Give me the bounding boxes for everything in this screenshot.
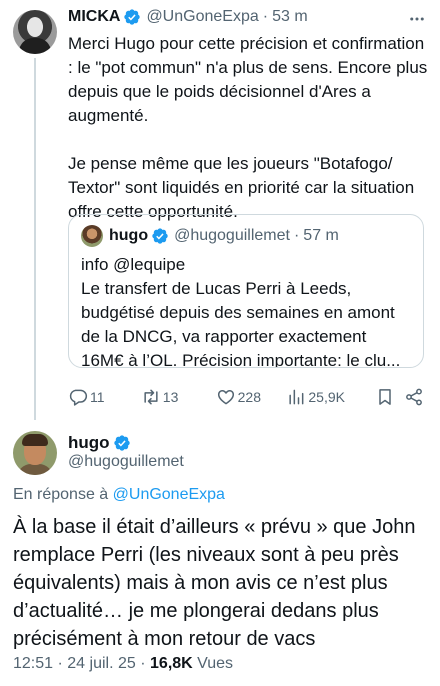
views-count: 16,8K bbox=[150, 655, 193, 672]
tweet-actions: 11 13 228 25,9K bbox=[68, 386, 428, 408]
quoted-line: 16M€ à l’OL. Précision importante: le cl… bbox=[81, 351, 401, 368]
avatar-shirt bbox=[17, 464, 53, 475]
thread-connector-line bbox=[34, 58, 36, 420]
avatar[interactable] bbox=[13, 431, 57, 475]
bookmark-button[interactable] bbox=[375, 387, 404, 407]
verified-badge-icon bbox=[113, 435, 130, 451]
retweet-icon bbox=[144, 389, 158, 405]
views-chart-icon bbox=[289, 389, 304, 405]
quoted-line: info @lequipe bbox=[81, 255, 186, 274]
main-tweet-header: hugo bbox=[68, 432, 136, 454]
quoted-tweet-text: info @lequipe Le transfert de Lucas Perr… bbox=[81, 253, 417, 368]
tweet-time[interactable]: 53 m bbox=[272, 8, 308, 26]
tweet-paragraph-1: Merci Hugo pour cette précision et confi… bbox=[68, 34, 428, 125]
quoted-tweet-time: 57 m bbox=[303, 227, 339, 244]
view-count: 25,9K bbox=[308, 389, 345, 405]
author-handle[interactable]: @UnGoneExpa bbox=[146, 8, 258, 26]
avatar-hair bbox=[22, 434, 48, 446]
quoted-author-handle: @hugoguillemet bbox=[174, 227, 290, 244]
author-handle[interactable]: @hugoguillemet bbox=[68, 453, 184, 471]
retweet-button[interactable]: 13 bbox=[141, 387, 206, 407]
like-button[interactable]: 228 bbox=[216, 387, 287, 407]
separator-dot: · bbox=[293, 227, 300, 244]
quoted-line: Le transfert de Lucas Perri à Leeds, bbox=[81, 279, 352, 298]
quoted-line: budgétisé depuis des semaines en amont bbox=[81, 303, 395, 322]
replying-to-link[interactable]: @UnGoneExpa bbox=[113, 486, 225, 503]
verified-badge-icon bbox=[152, 228, 168, 244]
reply-button[interactable]: 11 bbox=[68, 387, 137, 407]
reply-icon bbox=[69, 389, 88, 406]
separator-dot: · bbox=[57, 655, 63, 672]
views-label: Vues bbox=[197, 655, 234, 672]
tweet-date[interactable]: 24 juil. 25 bbox=[67, 655, 136, 672]
quoted-line: de la DNCG, va rapporter exactement bbox=[81, 327, 367, 346]
reply-count: 11 bbox=[90, 389, 105, 405]
reply-tweet[interactable]: MICKA @UnGoneExpa · 53 m Merci Hugo pour… bbox=[0, 0, 440, 420]
tweet-header: MICKA @UnGoneExpa · 53 m bbox=[68, 6, 308, 28]
quoted-tweet-header: hugo @hugoguillemet · 57 m bbox=[81, 225, 339, 247]
quoted-tweet[interactable]: hugo @hugoguillemet · 57 m info @lequipe… bbox=[68, 214, 424, 368]
separator-dot: · bbox=[262, 8, 269, 25]
bookmark-icon bbox=[379, 389, 391, 405]
tweet-time[interactable]: 12:51 bbox=[13, 655, 53, 672]
replying-to: En réponse à @UnGoneExpa bbox=[13, 486, 225, 504]
separator-dot: · bbox=[140, 655, 146, 672]
heart-icon bbox=[217, 390, 234, 405]
views-button[interactable]: 25,9K bbox=[286, 387, 369, 407]
share-icon bbox=[406, 388, 423, 406]
avatar-body bbox=[19, 38, 51, 54]
replying-prefix: En réponse à bbox=[13, 486, 109, 503]
tweet-meta: 12:51 · 24 juil. 25 · 16,8K Vues bbox=[13, 655, 233, 673]
like-count: 228 bbox=[237, 389, 261, 405]
quoted-author-name: hugo bbox=[109, 227, 149, 244]
retweet-count: 13 bbox=[162, 389, 179, 405]
share-button[interactable] bbox=[404, 387, 428, 407]
avatar[interactable] bbox=[13, 10, 57, 54]
more-options-icon[interactable] bbox=[408, 10, 426, 28]
verified-badge-icon bbox=[124, 9, 141, 25]
main-tweet-text: À la base il était d’ailleurs « prévu » … bbox=[13, 516, 416, 650]
author-name[interactable]: MICKA bbox=[68, 8, 120, 26]
author-name[interactable]: hugo bbox=[68, 433, 110, 453]
quoted-avatar bbox=[81, 225, 103, 247]
avatar-face bbox=[27, 17, 43, 37]
